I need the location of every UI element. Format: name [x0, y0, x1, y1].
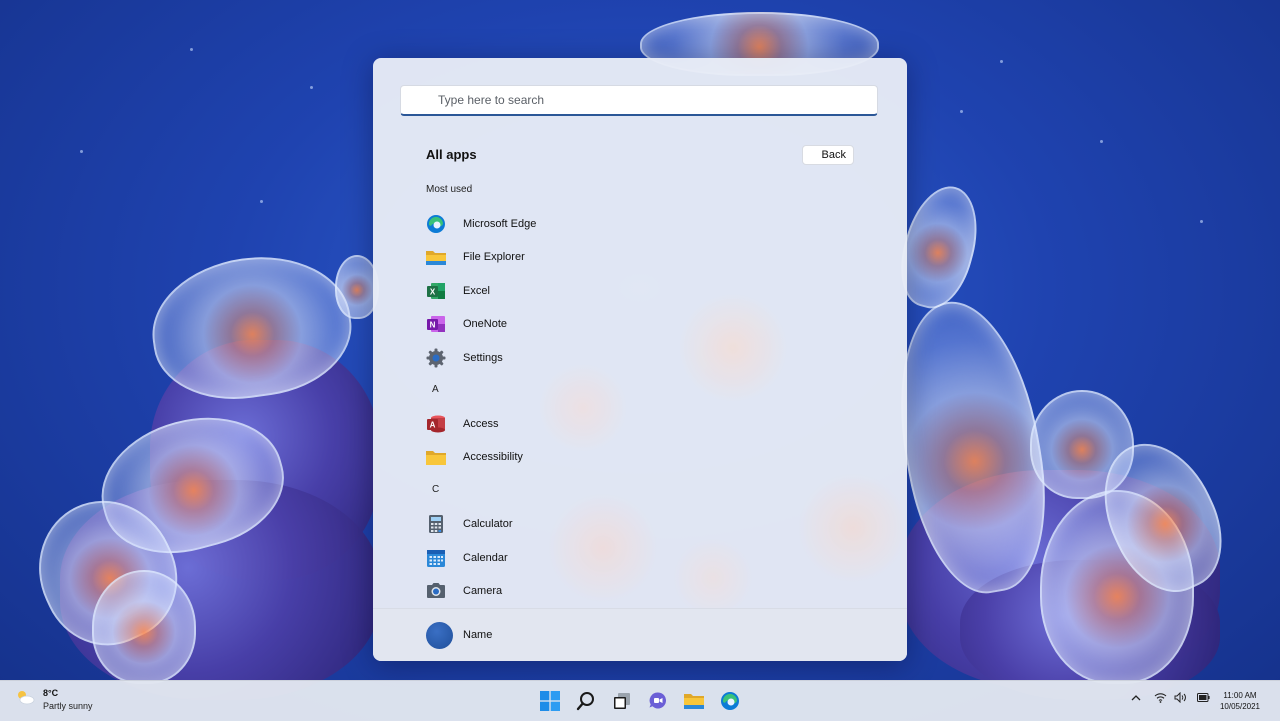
- all-apps-title: All apps: [426, 147, 477, 162]
- search-input[interactable]: [436, 92, 877, 108]
- wifi-icon[interactable]: [1154, 692, 1167, 703]
- user-name[interactable]: Name: [463, 629, 492, 641]
- weather-condition: Partly sunny: [43, 701, 93, 711]
- chevron-up-icon[interactable]: [1131, 694, 1141, 702]
- clock-time: 11:00 AM: [1223, 691, 1257, 700]
- svg-text:A: A: [430, 421, 436, 430]
- app-label: Calculator: [463, 518, 513, 530]
- weather-widget[interactable]: 8°C Partly sunny: [15, 688, 93, 711]
- access-icon: A: [425, 413, 447, 435]
- task-view-icon: [614, 693, 630, 709]
- edge-icon: [425, 213, 447, 235]
- folder-icon: [425, 446, 447, 468]
- back-button[interactable]: Back: [802, 145, 854, 165]
- excel-icon: X: [425, 280, 447, 302]
- onenote-icon: N: [425, 313, 447, 335]
- search-icon: [576, 692, 594, 711]
- app-excel[interactable]: X Excel: [415, 276, 865, 306]
- svg-text:X: X: [430, 288, 436, 297]
- app-microsoft-edge[interactable]: Microsoft Edge: [415, 209, 865, 239]
- battery-icon[interactable]: [1197, 693, 1210, 702]
- app-access[interactable]: A Access: [415, 409, 865, 439]
- start-menu: All apps Back Most used Microsoft Edge F…: [373, 58, 907, 661]
- task-view-button[interactable]: [608, 687, 636, 715]
- volume-icon[interactable]: [1174, 692, 1187, 703]
- camera-icon: [425, 580, 447, 602]
- file-explorer-icon: [684, 694, 704, 709]
- app-camera[interactable]: Camera: [415, 576, 865, 606]
- app-label: File Explorer: [463, 251, 525, 263]
- app-accessibility[interactable]: Accessibility: [415, 442, 865, 472]
- app-label: Excel: [463, 285, 490, 297]
- app-label: Calendar: [463, 552, 508, 564]
- app-calendar[interactable]: Calendar: [415, 543, 865, 573]
- taskbar-pinned: [536, 687, 752, 715]
- chat-button[interactable]: [644, 687, 672, 715]
- gear-icon: [425, 347, 447, 369]
- start-button[interactable]: [536, 687, 564, 715]
- app-label: Camera: [463, 585, 503, 597]
- system-tray: [1124, 692, 1210, 703]
- start-menu-footer: Name: [373, 608, 907, 661]
- start-icon: [540, 691, 560, 711]
- taskbar-edge-button[interactable]: [716, 687, 744, 715]
- avatar[interactable]: [426, 622, 453, 649]
- app-calculator[interactable]: Calculator: [415, 509, 865, 539]
- taskbar-search-button[interactable]: [572, 687, 600, 715]
- app-file-explorer[interactable]: File Explorer: [415, 242, 865, 272]
- calculator-icon: [425, 513, 447, 535]
- section-label-c: C: [432, 484, 440, 495]
- clock[interactable]: 11:00 AM 10/05/2021: [1220, 690, 1260, 712]
- section-label-most-used: Most used: [426, 184, 473, 195]
- app-onenote[interactable]: N OneNote: [415, 309, 865, 339]
- taskbar-file-explorer-button[interactable]: [680, 687, 708, 715]
- edge-icon: [721, 692, 739, 710]
- calendar-icon: [425, 547, 447, 569]
- section-label-a: A: [432, 384, 439, 395]
- app-label: Accessibility: [463, 451, 523, 463]
- svg-text:N: N: [430, 321, 436, 330]
- app-settings[interactable]: Settings: [415, 343, 865, 373]
- taskbar: 8°C Partly sunny 11:00 AM 10/05/2021: [0, 680, 1280, 721]
- folder-icon: [425, 246, 447, 268]
- chat-icon: [649, 692, 667, 709]
- app-label: Access: [463, 418, 499, 430]
- app-label: Settings: [463, 352, 503, 364]
- app-label: OneNote: [463, 318, 508, 330]
- search-box[interactable]: [400, 85, 878, 116]
- app-label: Microsoft Edge: [463, 218, 537, 230]
- partly-sunny-icon: [15, 689, 35, 710]
- clock-date: 10/05/2021: [1219, 702, 1260, 711]
- weather-temp: 8°C: [43, 688, 59, 698]
